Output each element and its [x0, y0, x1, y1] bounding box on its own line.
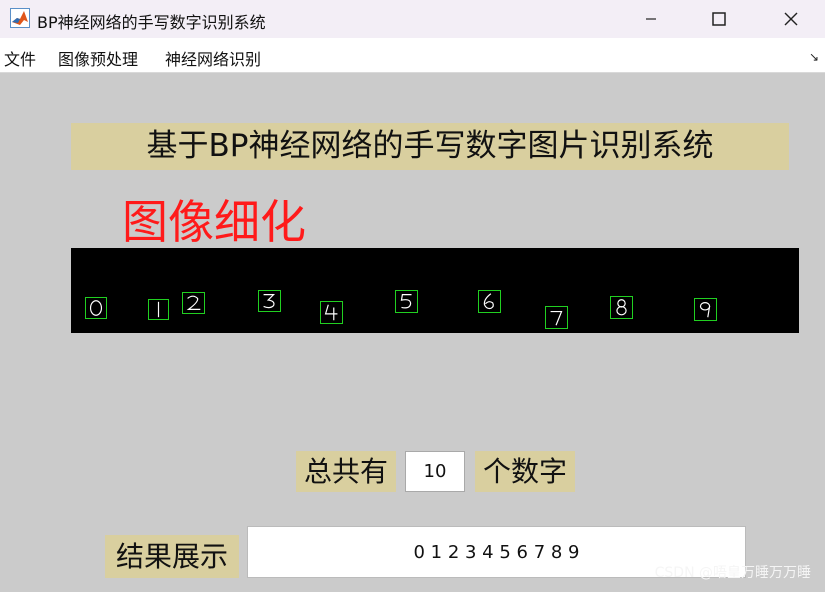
- menu-image-preprocess[interactable]: 图像预处理: [58, 46, 138, 70]
- title-bar: BP神经网络的手写数字识别系统: [0, 0, 825, 38]
- digit-box-6: [478, 290, 501, 313]
- menu-nn-recognition[interactable]: 神经网络识别: [165, 46, 261, 70]
- digit-box-1: [148, 299, 169, 320]
- maximize-icon: [712, 12, 726, 26]
- result-label: 结果展示: [105, 535, 239, 578]
- digit-box-0: [85, 297, 107, 319]
- digit-box-4: [320, 301, 343, 324]
- dock-arrow-icon[interactable]: ↘: [809, 50, 819, 64]
- count-suffix-label: 个数字: [475, 451, 575, 492]
- digit-box-2: [182, 292, 205, 314]
- digit-box-7: [545, 306, 568, 329]
- minimize-icon: [646, 18, 656, 20]
- digit-box-9: [694, 298, 717, 321]
- count-prefix-label: 总共有: [296, 451, 396, 492]
- close-icon: [784, 12, 798, 26]
- digit-box-5: [395, 290, 418, 313]
- menu-file[interactable]: 文件: [4, 46, 36, 70]
- step-label: 图像细化: [122, 195, 306, 249]
- digit-box-8: [610, 296, 633, 319]
- csdn-watermark: CSDN @唔皇万睡万万睡: [654, 565, 811, 581]
- matlab-icon: [10, 8, 30, 28]
- minimize-button[interactable]: [622, 0, 680, 38]
- digit-count-field[interactable]: 10: [405, 451, 465, 492]
- digit-box-3: [258, 290, 281, 312]
- maximize-button[interactable]: [690, 0, 748, 38]
- window-title: BP神经网络的手写数字识别系统: [37, 13, 266, 32]
- close-button[interactable]: [762, 0, 820, 38]
- page-title: 基于BP神经网络的手写数字图片识别系统: [71, 123, 789, 170]
- menu-bar: 文件 图像预处理 神经网络识别 ↘: [0, 38, 825, 73]
- thinned-digits-image: [71, 248, 799, 333]
